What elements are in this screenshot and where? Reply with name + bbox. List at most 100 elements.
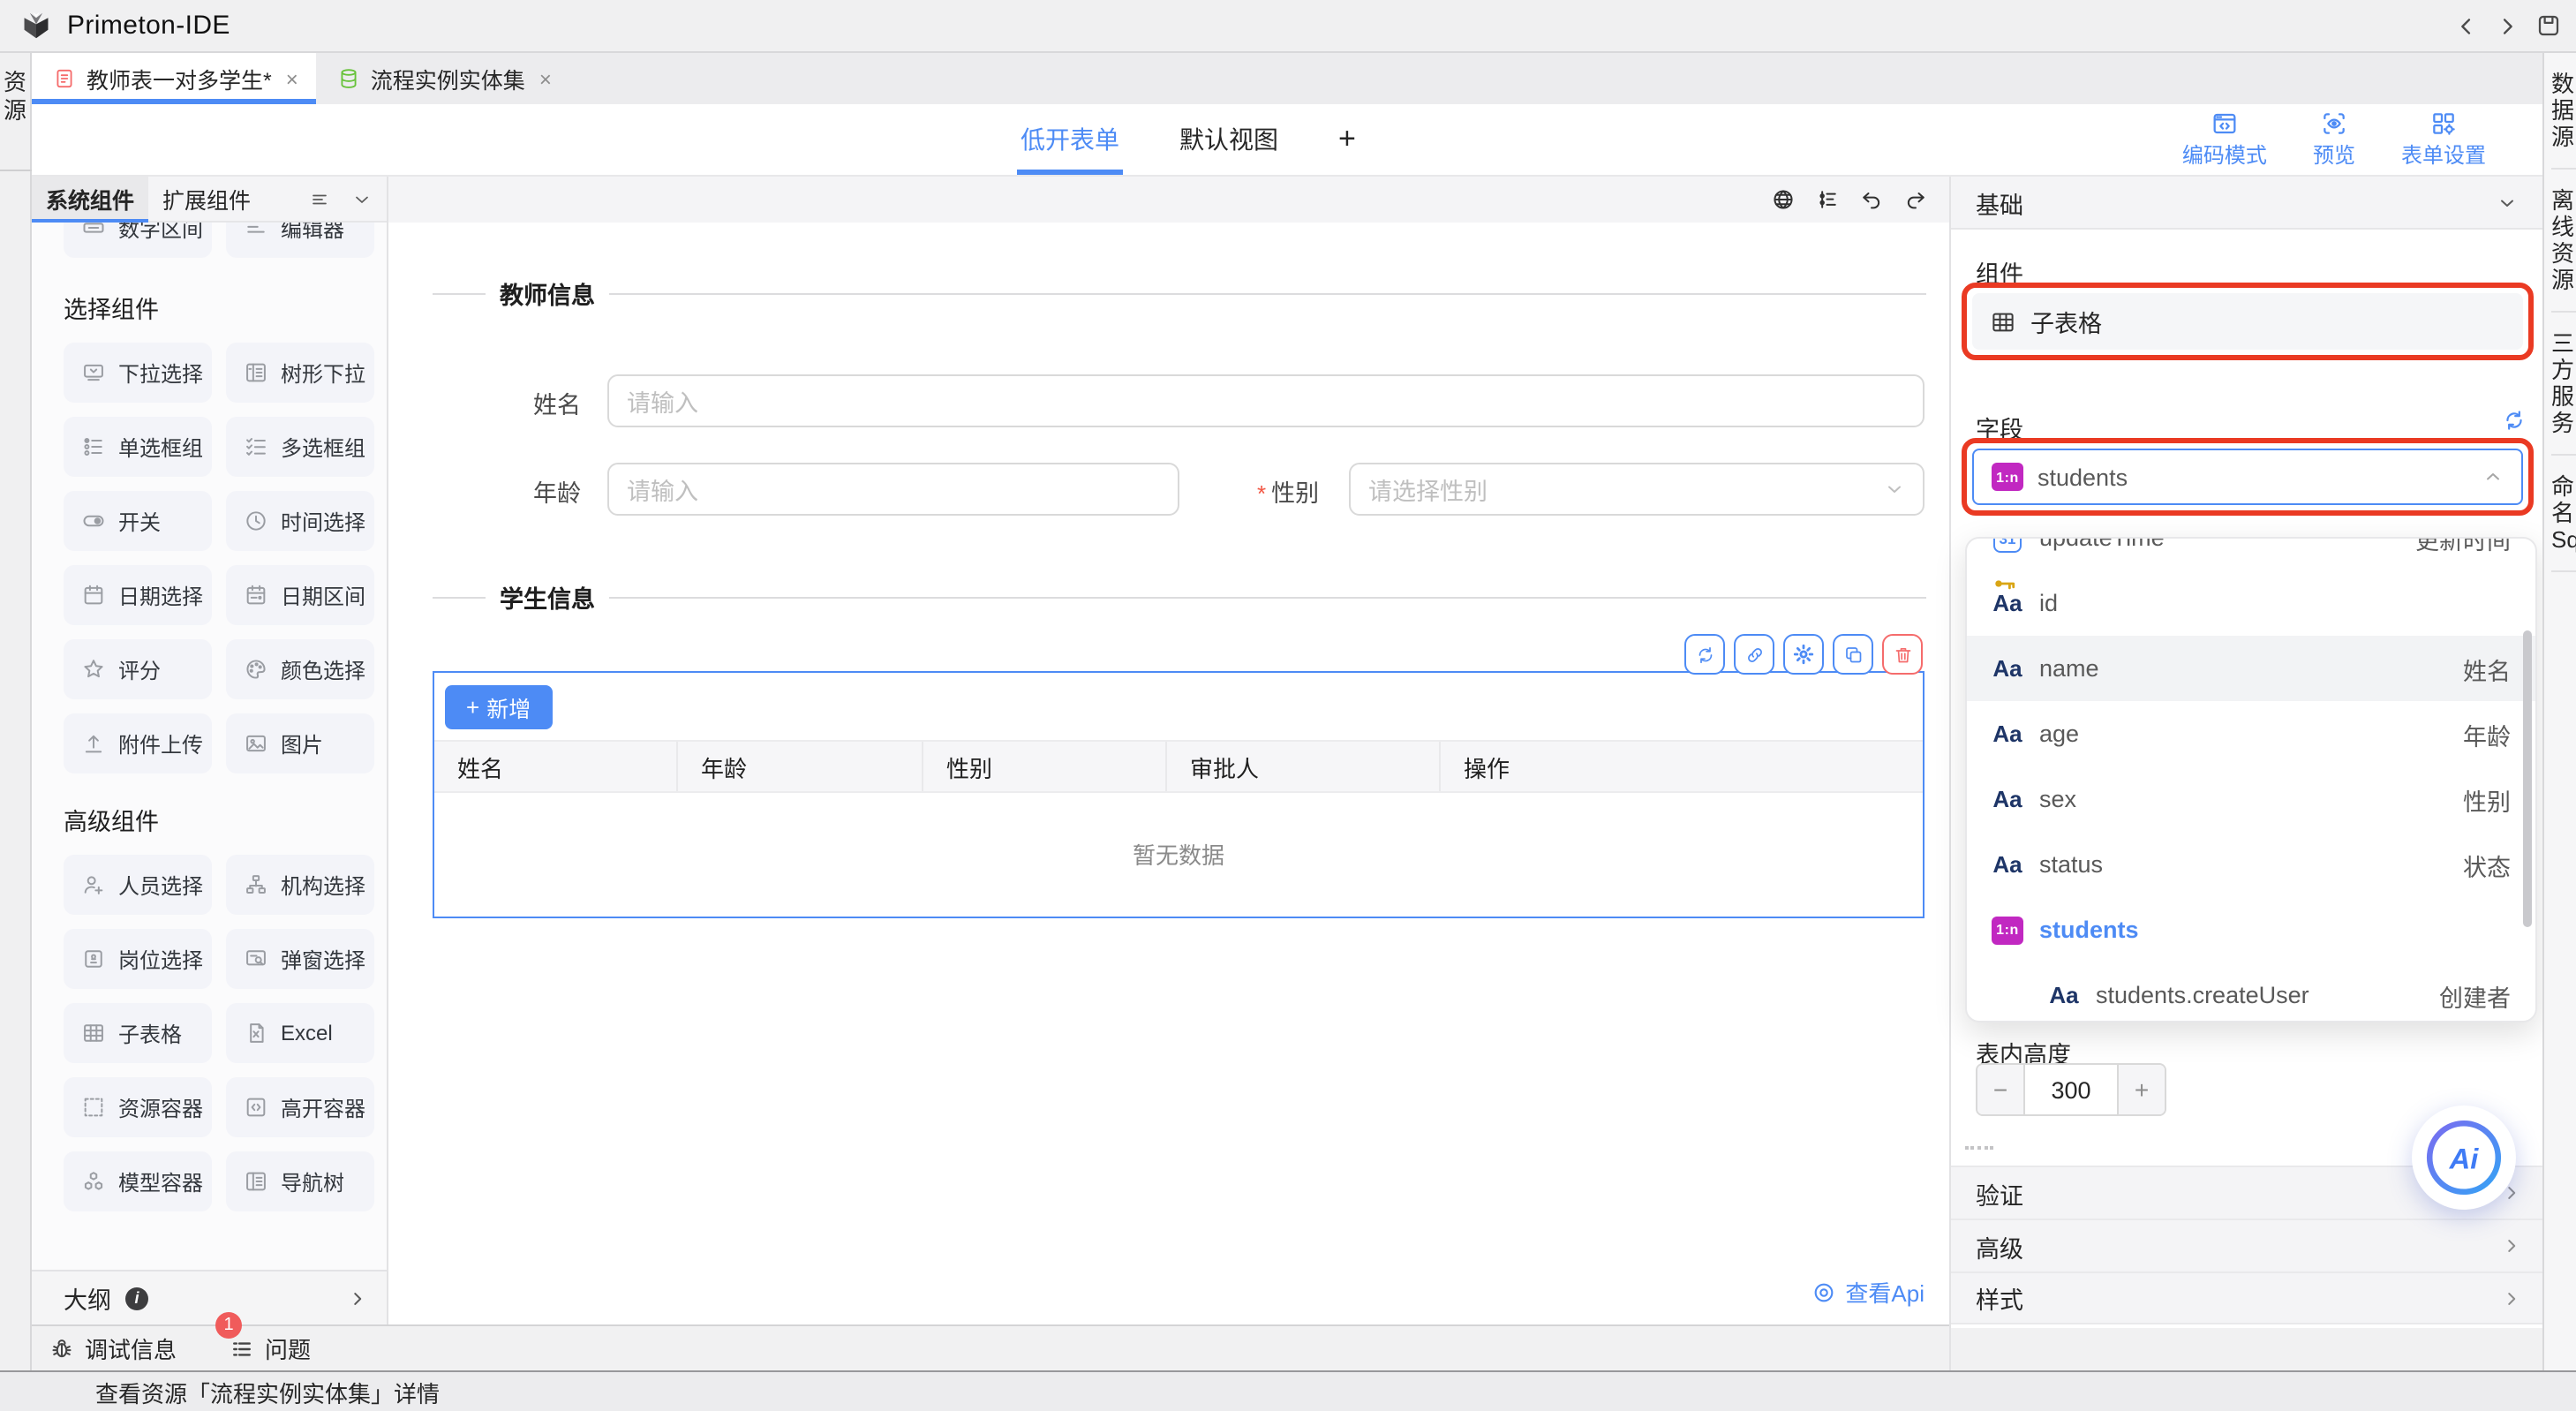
age-input[interactable]: 请输入 [607, 463, 1179, 516]
palette-item-image[interactable]: 图片 [226, 713, 374, 773]
stepper-plus-button[interactable]: + [2119, 1065, 2165, 1114]
palette-item-radio-list[interactable]: 单选框组 [64, 417, 212, 477]
palette-clipped-row: 数字区间 编辑器 [32, 223, 387, 261]
inspector-section-高级[interactable]: 高级 [1951, 1219, 2544, 1271]
palette-item-org[interactable]: 机构选择 [226, 855, 374, 915]
action-blocks[interactable]: 表单设置 [2401, 109, 2486, 170]
collapse-chevron-icon[interactable] [351, 188, 373, 209]
outline-label: 大纲 [64, 1280, 111, 1316]
trash-button[interactable] [1882, 634, 1923, 675]
stepper-value[interactable]: 300 [2023, 1065, 2119, 1114]
dropdown-item-age[interactable]: Aaage年龄 [1967, 701, 2535, 766]
eye-icon [1811, 1279, 1836, 1304]
chevron-down-icon[interactable] [2497, 192, 2518, 213]
dropdown-item-name[interactable]: Aaname姓名 [1967, 636, 2535, 701]
palette-item-palette[interactable]: 颜色选择 [226, 639, 374, 699]
gear-button[interactable] [1783, 634, 1824, 675]
post-icon [81, 947, 106, 971]
sex-select[interactable]: 请选择性别 [1349, 463, 1924, 516]
palette-item-upload[interactable]: 附件上传 [64, 713, 212, 773]
copy-button[interactable] [1833, 634, 1873, 675]
field-refresh-icon[interactable] [2502, 408, 2527, 433]
dropdown-item-students-createUser[interactable]: Aastudents.createUser创建者 [1967, 962, 2535, 1022]
column-header-2: 年龄 [678, 742, 923, 791]
subtable-widget[interactable]: + 新增 姓名年龄性别审批人操作 暂无数据 [433, 671, 1924, 918]
palette-item-select[interactable]: 下拉选择 [64, 343, 212, 403]
right-rail-item-3[interactable]: 三方服务 [2551, 313, 2576, 456]
field-select[interactable]: 1:n students [1972, 449, 2523, 505]
palette-tab-1[interactable]: 系统组件 [32, 177, 148, 221]
palette-item-cubes[interactable]: 模型容器 [64, 1151, 212, 1211]
steps-icon[interactable] [1815, 187, 1840, 212]
palette-item-code-box[interactable]: 高开容器 [226, 1077, 374, 1137]
nav-back-icon[interactable] [2454, 13, 2479, 38]
list-layout-icon[interactable] [309, 188, 330, 209]
dropdown-scrollbar[interactable] [2523, 630, 2532, 927]
dropdown-item-sex[interactable]: Aasex性别 [1967, 766, 2535, 832]
rail-item-resources[interactable]: 资源 [3, 69, 27, 125]
palette-item-excel[interactable]: Excel [226, 1003, 374, 1063]
right-rail-item-2[interactable]: 离线资源 [2551, 170, 2576, 313]
debug-item-bug[interactable]: 调试信息 [49, 1332, 177, 1365]
view-tab-1[interactable]: 低开表单 [1021, 104, 1119, 175]
column-header-1: 姓名 [434, 742, 678, 791]
dropdown-item-id[interactable]: Aaid [1967, 570, 2535, 636]
inspector-header[interactable]: 基础 [1951, 177, 2542, 230]
name-input[interactable]: 请输入 [607, 374, 1924, 427]
palette-item-switch[interactable]: 开关 [64, 491, 212, 551]
app-logo-icon [19, 9, 53, 42]
close-icon[interactable]: × [286, 66, 298, 91]
palette-item-check-list[interactable]: 多选框组 [226, 417, 374, 477]
editor-tab-2[interactable]: 流程实例实体集× [316, 53, 584, 104]
right-rail-item-1[interactable]: 数据源 [2551, 53, 2576, 170]
view-tab-2[interactable]: 默认视图 [1179, 104, 1278, 175]
palette-section-grid-2: 人员选择机构选择岗位选择弹窗选择子表格Excel资源容器高开容器模型容器导航树 [32, 855, 387, 1211]
close-icon[interactable]: × [539, 66, 552, 91]
palette-item-nav-tree[interactable]: 导航树 [226, 1151, 374, 1211]
save-icon[interactable] [2535, 12, 2562, 39]
palette-item-subtable[interactable]: 子表格 [64, 1003, 212, 1063]
refresh-button[interactable] [1684, 634, 1725, 675]
dropdown-item-tag: 姓名 [2463, 651, 2511, 686]
undo-icon[interactable] [1859, 187, 1884, 212]
panel-drag-handle[interactable] [1965, 1146, 1993, 1150]
palette-item-editor[interactable]: 编辑器 [226, 223, 374, 258]
chevron-right-icon[interactable] [348, 1288, 367, 1308]
field-dropdown: 31updateTime更新时间AaidAaname姓名Aaage年龄Aasex… [1965, 537, 2537, 1022]
link-button[interactable] [1734, 634, 1774, 675]
view-api-link[interactable]: 查看Api [1811, 1275, 1924, 1309]
palette-item-tree-select[interactable]: 树形下拉 [226, 343, 374, 403]
palette-item-label: 图片 [281, 728, 323, 758]
palette-item-calendar-range[interactable]: 日期区间 [226, 565, 374, 625]
palette-item-post[interactable]: 岗位选择 [64, 929, 212, 989]
redo-icon[interactable] [1903, 187, 1928, 212]
action-code-window[interactable]: 编码模式 [2182, 109, 2267, 170]
inspector-section-样式[interactable]: 样式 [1951, 1271, 2544, 1324]
editor-tab-1[interactable]: 教师表一对多学生*× [32, 53, 316, 104]
palette-tab-2[interactable]: 扩展组件 [148, 177, 265, 221]
dropdown-item-status[interactable]: Aastatus状态 [1967, 832, 2535, 897]
palette-item-popup-search[interactable]: 弹窗选择 [226, 929, 374, 989]
palette-item-calendar[interactable]: 日期选择 [64, 565, 212, 625]
add-view-button[interactable]: + [1338, 122, 1356, 157]
palette-item-num-range[interactable]: 数字区间 [64, 223, 212, 258]
stepper-minus-button[interactable]: − [1977, 1065, 2023, 1114]
subtable-empty-state: 暂无数据 [434, 793, 1923, 913]
action-eye-scan[interactable]: 预览 [2313, 109, 2355, 170]
palette-item-label: 编辑器 [281, 223, 344, 243]
palette-item-person[interactable]: 人员选择 [64, 855, 212, 915]
name-field-label-wrap: 姓名 [533, 385, 581, 422]
palette-item-dashed-box[interactable]: 资源容器 [64, 1077, 212, 1137]
component-value-field[interactable]: 子表格 [1972, 293, 2523, 350]
right-rail-item-4[interactable]: 命名Sql [2551, 456, 2576, 572]
ai-assistant-button[interactable]: Ai [2412, 1105, 2516, 1210]
outline-bar[interactable]: 大纲 i [32, 1270, 388, 1324]
add-row-button[interactable]: + 新增 [445, 685, 552, 729]
dropdown-item-students[interactable]: 1:nstudents [1967, 897, 2535, 962]
globe-icon[interactable] [1771, 187, 1796, 212]
dropdown-item-updateTime[interactable]: 31updateTime更新时间 [1967, 537, 2535, 570]
palette-item-star[interactable]: 评分 [64, 639, 212, 699]
nav-forward-icon[interactable] [2495, 13, 2520, 38]
palette-item-clock[interactable]: 时间选择 [226, 491, 374, 551]
debug-item-list-menu[interactable]: 问题 [230, 1332, 311, 1365]
